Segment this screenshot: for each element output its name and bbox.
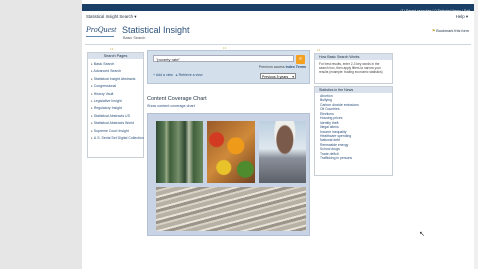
search-input[interactable]: "poverty rate" — [153, 55, 294, 62]
chevron-down-icon: ▾ — [465, 14, 468, 19]
highway-photo — [156, 187, 306, 231]
worker-photo — [259, 121, 306, 183]
selected-items-link[interactable]: 0 Selected items — [434, 9, 461, 13]
retrieve-view-link[interactable]: Retrieve a view — [179, 73, 203, 77]
search-page-link[interactable]: ▸ Statistical Abstracts US — [91, 113, 143, 120]
view-links: + Add a view ▸ Retrieve a view — [153, 73, 203, 77]
top-bar: (1) Saved searches | 0 Selected items | … — [82, 4, 474, 13]
mouse-cursor-icon: ↖ — [419, 231, 425, 238]
search-box-panel: "poverty rate" ⌕ Premium access Index Te… — [147, 50, 310, 84]
product-menu-label: Statistical Insight Search — [86, 14, 134, 19]
help-link[interactable]: Help ▾ — [456, 14, 468, 20]
chevron-down-icon: ▾ — [134, 14, 137, 19]
produce-photo — [207, 121, 255, 183]
search-pages-list: ▸ Basic Search ▸ Advanced Search ▸ Stati… — [88, 59, 144, 142]
page-title: Statistical Insight — [122, 25, 190, 35]
search-page-link[interactable]: ▸ Statistical Abstracts World — [91, 120, 143, 127]
bookmark-label: Bookmark this form — [436, 29, 469, 33]
retrieve-icon: ▸ — [175, 73, 178, 77]
search-page-link[interactable]: ▸ Congressional — [91, 83, 143, 90]
header-divider — [85, 44, 471, 45]
search-go-button[interactable]: ⌕ — [296, 55, 305, 64]
coverage-chart-link[interactable]: Show content coverage chart — [147, 104, 195, 108]
search-pages-panel: Search Pages ▸ Basic Search ▸ Advanced S… — [87, 52, 144, 158]
how-search-works-text: For best results, enter 2-3 key words in… — [319, 62, 383, 75]
statistics-news-panel: Statistics in the News Abortion Bullying… — [314, 86, 393, 176]
search-page-link[interactable]: ▸ U.S. Serial Set Digital Collection — [91, 135, 144, 142]
news-topics-list: Abortion Bullying Carbon dioxide emissio… — [315, 93, 392, 161]
help-label: Help — [455, 14, 465, 19]
access-name[interactable]: Index Terms — [286, 65, 306, 69]
search-page-link[interactable]: ▸ Supreme Court Insight — [91, 128, 143, 135]
search-page-link[interactable]: ▸ Legislative Insight — [91, 98, 143, 105]
add-icon: + — [153, 73, 156, 77]
how-search-works-panel: How Basic Search Works For best results,… — [314, 53, 393, 84]
saved-searches-link[interactable]: (1) Saved searches — [400, 9, 431, 13]
search-page-link[interactable]: ▸ History Vault — [91, 91, 143, 98]
search-icon: ⌕ — [298, 56, 303, 62]
panel-handle-icon[interactable]: •• — [110, 46, 114, 51]
search-page-link[interactable]: ▸ Statistical Insight Abstracts — [91, 76, 143, 83]
access-prefix: Premium access — [258, 65, 285, 69]
image-collage — [147, 113, 310, 236]
news-topic-link[interactable]: Trafficking in persons — [320, 156, 392, 160]
product-menu[interactable]: Statistical Insight Search ▾ — [86, 14, 136, 20]
chevron-down-icon: ▾ — [292, 75, 294, 79]
coverage-title: Content Coverage Chart — [147, 96, 207, 102]
page: (1) Saved searches | 0 Selected items | … — [82, 0, 474, 269]
bookmark-icon: ⚑ — [431, 29, 436, 33]
date-filter-select[interactable]: Previous 5 years ▾ — [260, 73, 296, 79]
add-view-link[interactable]: Add a view — [156, 73, 173, 77]
search-page-link[interactable]: ▸ Basic Search — [91, 61, 143, 68]
vertical-scrollbar[interactable] — [474, 0, 478, 269]
search-page-link[interactable]: ▸ Advanced Search — [91, 68, 143, 75]
logo-underline — [86, 36, 114, 37]
date-filter-value: Previous 5 years — [262, 75, 289, 79]
exit-link[interactable]: Exit — [464, 9, 470, 13]
search-page-link[interactable]: ▸ Regulatory Insight — [91, 105, 143, 112]
panel-handle-icon[interactable]: •• — [317, 47, 321, 52]
forest-photo — [156, 121, 203, 183]
access-info: Premium access Index Terms — [259, 65, 306, 69]
proquest-logo[interactable]: ProQuest — [86, 25, 116, 34]
bookmark-link[interactable]: ⚑ Bookmark this form — [432, 28, 469, 33]
top-links: (1) Saved searches | 0 Selected items | … — [400, 9, 470, 13]
page-subtitle: Basic Search — [123, 36, 146, 40]
